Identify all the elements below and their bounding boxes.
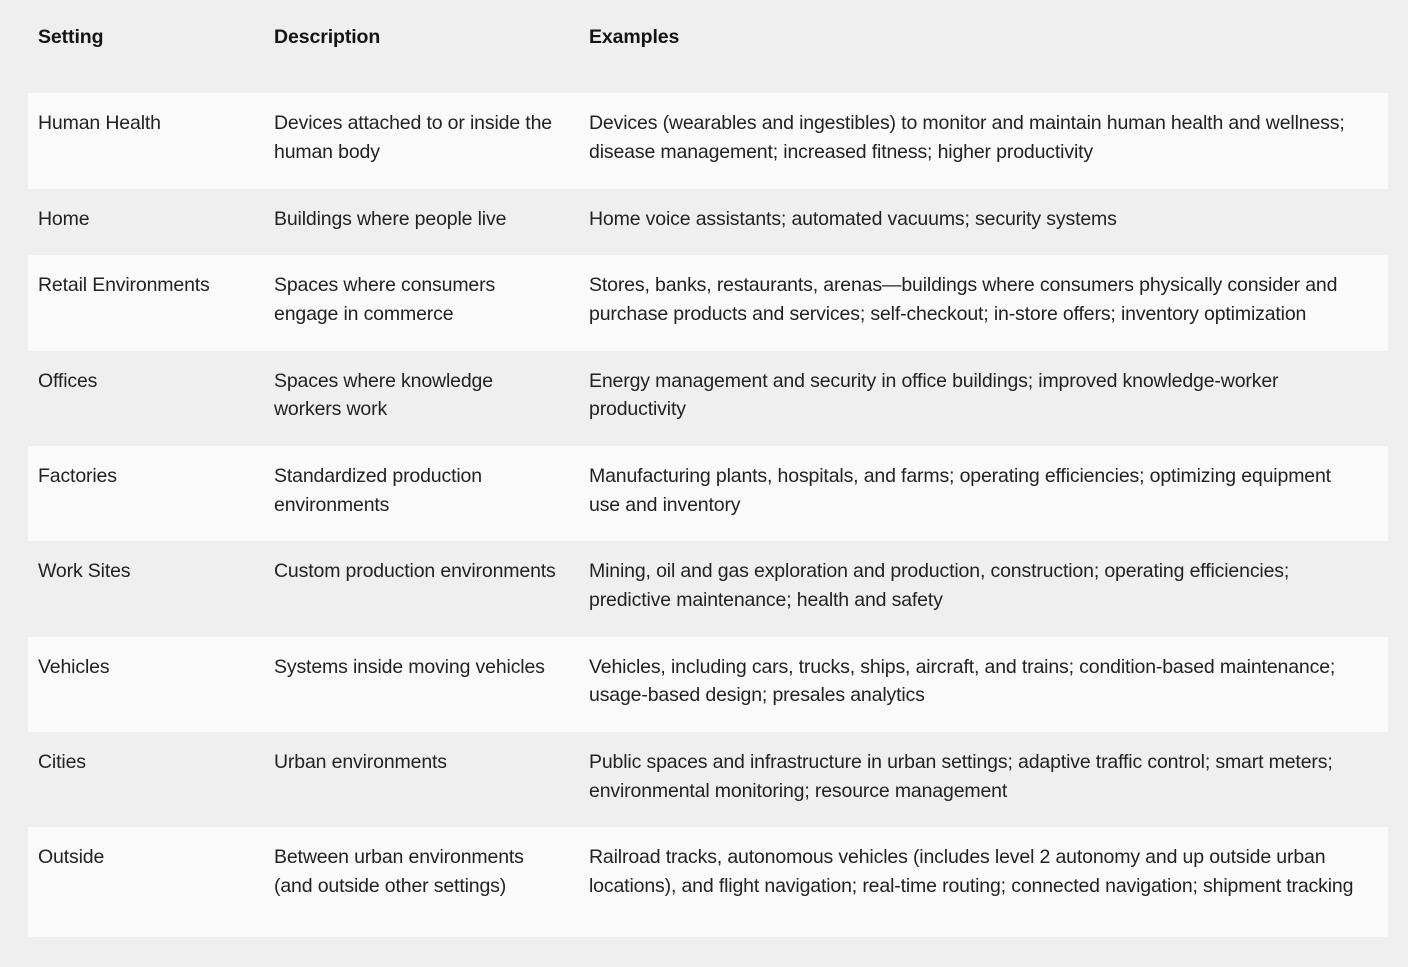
cell-examples: Vehicles, including cars, trucks, ships,… bbox=[579, 636, 1388, 732]
table-row: Factories Standardized production enviro… bbox=[28, 445, 1388, 542]
cell-description: Buildings where people live bbox=[264, 188, 579, 256]
cell-examples: Energy management and security in office… bbox=[579, 350, 1388, 446]
table-row: Cities Urban environments Public spaces … bbox=[28, 731, 1388, 828]
cell-examples: Home voice assistants; automated vacuums… bbox=[579, 188, 1388, 256]
table-row: Home Buildings where people live Home vo… bbox=[28, 188, 1388, 256]
cell-description: Urban environments bbox=[264, 731, 579, 828]
table-row: Outside Between urban environments (and … bbox=[28, 827, 1388, 937]
cell-examples: Devices (wearables and ingestibles) to m… bbox=[579, 93, 1388, 189]
cell-examples: Public spaces and infrastructure in urba… bbox=[579, 731, 1388, 828]
settings-table: Setting Description Examples Human Healt… bbox=[28, 0, 1388, 937]
cell-description: Between urban environments (and outside … bbox=[264, 827, 579, 937]
cell-description: Spaces where consumers engage in commerc… bbox=[264, 255, 579, 351]
cell-examples: Manufacturing plants, hospitals, and far… bbox=[579, 445, 1388, 542]
cell-setting: Human Health bbox=[28, 93, 264, 189]
cell-setting: Retail Environments bbox=[28, 255, 264, 351]
table-row: Human Health Devices attached to or insi… bbox=[28, 93, 1388, 189]
column-header-description: Description bbox=[264, 0, 579, 94]
cell-description: Standardized production environments bbox=[264, 445, 579, 542]
cell-setting: Factories bbox=[28, 445, 264, 542]
cell-setting: Vehicles bbox=[28, 636, 264, 732]
cell-setting: Cities bbox=[28, 731, 264, 828]
settings-table-container: Setting Description Examples Human Healt… bbox=[0, 0, 1408, 967]
table-row: Work Sites Custom production environment… bbox=[28, 541, 1388, 637]
cell-examples: Railroad tracks, autonomous vehicles (in… bbox=[579, 827, 1388, 937]
cell-description: Systems inside moving vehicles bbox=[264, 636, 579, 732]
table-body: Human Health Devices attached to or insi… bbox=[28, 93, 1388, 937]
cell-description: Custom production environments bbox=[264, 541, 579, 637]
table-row: Vehicles Systems inside moving vehicles … bbox=[28, 636, 1388, 732]
cell-setting: Outside bbox=[28, 827, 264, 937]
table-row: Retail Environments Spaces where consume… bbox=[28, 255, 1388, 351]
cell-examples: Mining, oil and gas exploration and prod… bbox=[579, 541, 1388, 637]
table-bottom-spacer bbox=[0, 936, 1408, 967]
table-row: Offices Spaces where knowledge workers w… bbox=[28, 350, 1388, 446]
table-header: Setting Description Examples bbox=[28, 0, 1388, 94]
cell-setting: Work Sites bbox=[28, 541, 264, 637]
cell-setting: Offices bbox=[28, 350, 264, 446]
column-header-setting: Setting bbox=[28, 0, 264, 94]
table-header-row: Setting Description Examples bbox=[28, 0, 1388, 94]
column-header-examples: Examples bbox=[579, 0, 1388, 94]
cell-description: Devices attached to or inside the human … bbox=[264, 93, 579, 189]
cell-setting: Home bbox=[28, 188, 264, 256]
cell-description: Spaces where knowledge workers work bbox=[264, 350, 579, 446]
cell-examples: Stores, banks, restaurants, arenas—build… bbox=[579, 255, 1388, 351]
